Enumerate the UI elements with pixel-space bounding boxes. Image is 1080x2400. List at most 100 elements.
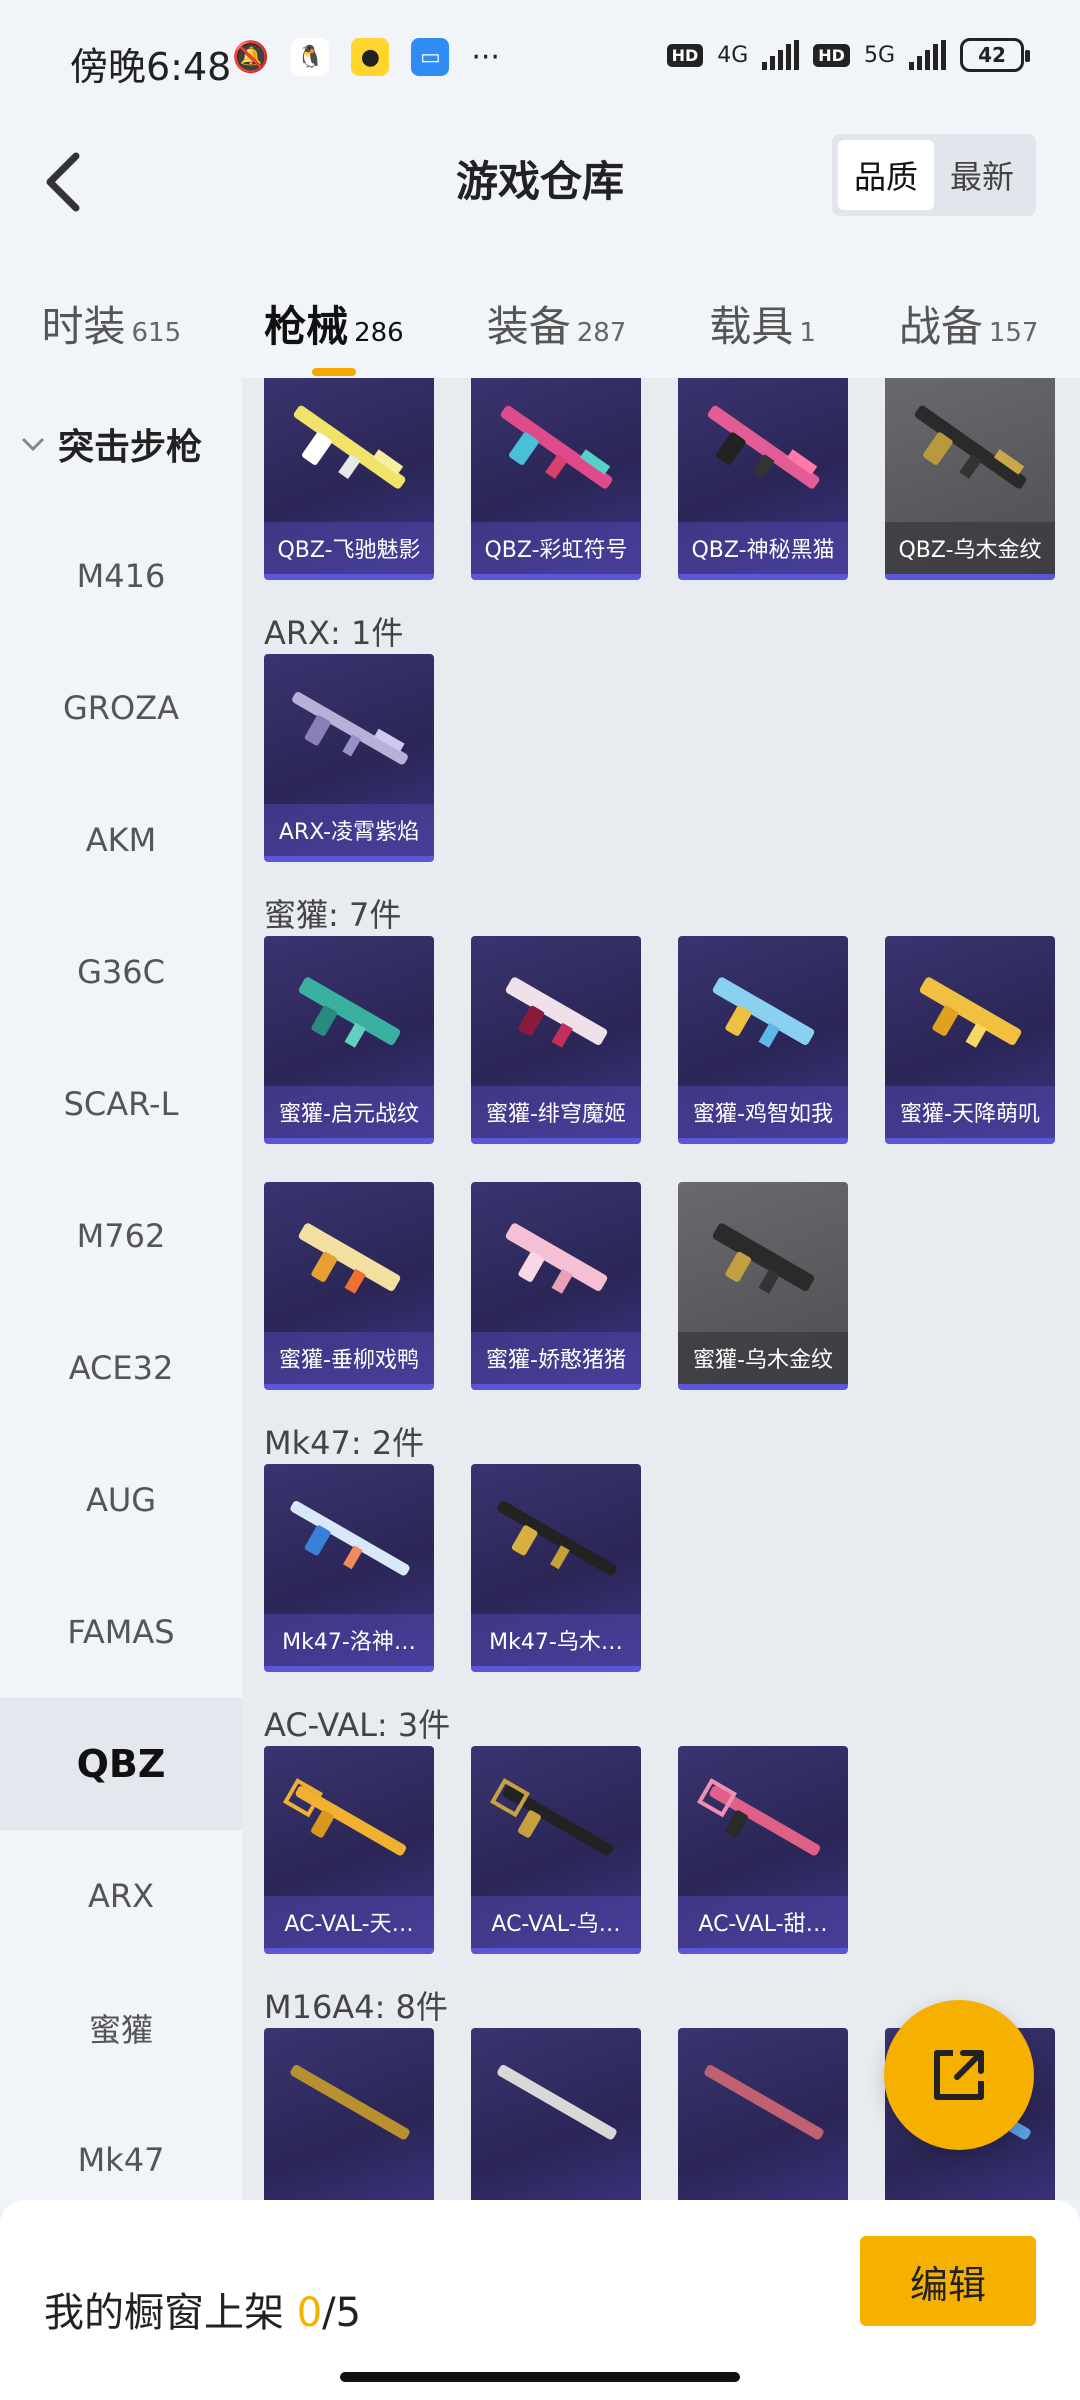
- sort-quality-button[interactable]: 品质: [837, 140, 934, 210]
- rifle-icon: [497, 2065, 617, 2140]
- tab-equipment[interactable]: 装备 287: [487, 293, 627, 354]
- network-type-2: 5G: [863, 42, 895, 68]
- showcase-label-text: 我的橱窗上架: [44, 2290, 284, 2336]
- weapon-card[interactable]: 蜜獾-启元战纹: [264, 936, 434, 1144]
- weapon-card[interactable]: 蜜獾-垂柳戏鸭: [264, 1182, 434, 1390]
- tab-count: 615: [131, 317, 182, 348]
- weapon-card[interactable]: AC-VAL-天…: [264, 1746, 434, 1954]
- sidebar-item-groza[interactable]: GROZA: [0, 642, 242, 774]
- sidebar-item-mk47[interactable]: Mk47: [0, 2094, 242, 2200]
- tab-fashion[interactable]: 时装 615: [41, 293, 181, 354]
- tab-count: 1: [799, 317, 816, 348]
- tab-count: 287: [576, 317, 627, 348]
- tab-label: 枪械: [264, 301, 349, 351]
- weapon-card-label: ARX-凌霄紫焰: [264, 804, 434, 856]
- weapon-card-label: 蜜獾-启元战纹: [264, 1086, 434, 1138]
- hd-icon: HD: [666, 43, 704, 67]
- sidebar-item-arx[interactable]: ARX: [0, 1830, 242, 1962]
- group-title-mk47: Mk47: 2件: [264, 1424, 425, 1462]
- weapon-card[interactable]: 蜜獾-绯穹魔姬: [471, 936, 641, 1144]
- qbz-grid: QBZ-飞驰魅影 QBZ-彩虹符号 QBZ-神秘黑猫 QBZ-乌木金纹: [242, 378, 1080, 618]
- weapon-card-label: QBZ-彩虹符号: [471, 522, 641, 574]
- edit-button[interactable]: 编辑: [860, 2236, 1036, 2326]
- rifle-icon: [696, 1778, 821, 1856]
- weapon-card[interactable]: Mk47-乌木…: [471, 1464, 641, 1672]
- rifle-icon: [290, 1501, 410, 1576]
- weapon-card[interactable]: [264, 2028, 434, 2200]
- showcase-label: 我的橱窗上架 0/5: [44, 2280, 361, 2338]
- weapon-card[interactable]: [678, 2028, 848, 2200]
- rifle-icon: [293, 405, 406, 489]
- category-tabs: 时装 615 枪械 286 装备 287 载具 1 战备 157: [0, 268, 1080, 378]
- weapon-card[interactable]: QBZ-神秘黑猫: [678, 378, 848, 580]
- status-bar: 傍晚6:48 🔕 🐧 ● ▭ ··· HD 4G HD 5G 42: [0, 0, 1080, 118]
- weapon-card-label: 蜜獾-鸡智如我: [678, 1086, 848, 1138]
- sidebar-item-ace32[interactable]: ACE32: [0, 1302, 242, 1434]
- tab-label: 时装: [41, 301, 126, 351]
- home-indicator[interactable]: [340, 2372, 740, 2382]
- more-icon: ···: [471, 39, 500, 75]
- rifle-icon: [497, 1501, 617, 1576]
- hd-icon-2: HD: [813, 43, 850, 67]
- sidebar-item-m762[interactable]: M762: [0, 1170, 242, 1302]
- rifle-icon: [707, 405, 820, 489]
- smg-icon: [298, 977, 401, 1048]
- group-title-honey-badger: 蜜獾: 7件: [264, 896, 402, 934]
- signal-icon-2: [909, 40, 946, 70]
- weapon-card-label: QBZ-乌木金纹: [885, 522, 1055, 574]
- tab-vehicles[interactable]: 载具 1: [709, 293, 816, 354]
- weapon-card[interactable]: QBZ-彩虹符号: [471, 378, 641, 580]
- signal-icon: [762, 40, 800, 70]
- showcase-bar: 我的橱窗上架 0/5 编辑: [0, 2200, 1080, 2400]
- rifle-icon: [290, 2065, 410, 2140]
- tab-label: 战备: [898, 301, 983, 351]
- tab-label: 装备: [486, 301, 571, 351]
- weapon-card[interactable]: AC-VAL-甜…: [678, 1746, 848, 1954]
- sidebar-item-famas[interactable]: FAMAS: [0, 1566, 242, 1698]
- sort-toggle: 品质 最新: [831, 134, 1036, 216]
- rifle-icon: [282, 1778, 407, 1856]
- weapon-card-label: QBZ-飞驰魅影: [264, 522, 434, 574]
- header: 游戏仓库 品质 最新: [0, 118, 1080, 268]
- group-title-acval: AC-VAL: 3件: [264, 1706, 451, 1744]
- sidebar-item-akm[interactable]: AKM: [0, 774, 242, 906]
- weapon-card[interactable]: QBZ-乌木金纹: [885, 378, 1055, 580]
- weapon-card[interactable]: [471, 2028, 641, 2200]
- tab-supplies[interactable]: 战备 157: [899, 293, 1039, 354]
- weapon-card[interactable]: AC-VAL-乌…: [471, 1746, 641, 1954]
- weapon-card[interactable]: 蜜獾-娇憨猪猪: [471, 1182, 641, 1390]
- mute-icon: 🔕: [232, 39, 270, 75]
- smg-icon: [298, 1223, 401, 1294]
- sort-latest-button[interactable]: 最新: [934, 140, 1030, 210]
- tab-count: 157: [988, 317, 1039, 348]
- share-button[interactable]: [884, 2000, 1034, 2150]
- tab-label: 载具: [709, 301, 794, 351]
- tab-weapons[interactable]: 枪械 286: [264, 293, 404, 376]
- sidebar-category-assault-rifle[interactable]: 突击步枪: [0, 378, 242, 510]
- status-time: 傍晚6:48: [70, 45, 232, 89]
- smg-icon: [712, 1223, 815, 1294]
- sidebar-item-m416[interactable]: M416: [0, 510, 242, 642]
- weapon-grid-area: QBZ-飞驰魅影 QBZ-彩虹符号 QBZ-神秘黑猫 QBZ-乌木金纹 ARX:…: [242, 378, 1080, 2200]
- weapon-card[interactable]: 蜜獾-鸡智如我: [678, 936, 848, 1144]
- sidebar-item-qbz[interactable]: QBZ: [0, 1698, 242, 1830]
- smg-icon: [919, 977, 1022, 1048]
- sidebar-item-scar-l[interactable]: SCAR-L: [0, 1038, 242, 1170]
- app-icon: ●: [351, 38, 390, 76]
- arx-grid: ARX-凌霄紫焰: [242, 654, 1080, 900]
- chevron-down-icon: [21, 437, 45, 452]
- weapon-card[interactable]: 蜜獾-乌木金纹: [678, 1182, 848, 1390]
- weapon-card[interactable]: ARX-凌霄紫焰: [264, 654, 434, 862]
- sidebar-item-g36c[interactable]: G36C: [0, 906, 242, 1038]
- sidebar-item-aug[interactable]: AUG: [0, 1434, 242, 1566]
- weapon-card[interactable]: Mk47-洛神…: [264, 1464, 434, 1672]
- share-icon: [934, 2050, 984, 2100]
- weapon-card-label: AC-VAL-天…: [264, 1896, 434, 1948]
- qq-icon: 🐧: [291, 38, 330, 76]
- smg-icon: [505, 1223, 608, 1294]
- weapon-card-label: Mk47-洛神…: [264, 1614, 434, 1666]
- weapon-card[interactable]: QBZ-飞驰魅影: [264, 378, 434, 580]
- rifle-icon: [292, 692, 408, 765]
- weapon-card[interactable]: 蜜獾-天降萌叽: [885, 936, 1055, 1144]
- sidebar-item-honey-badger[interactable]: 蜜獾: [0, 1962, 242, 2094]
